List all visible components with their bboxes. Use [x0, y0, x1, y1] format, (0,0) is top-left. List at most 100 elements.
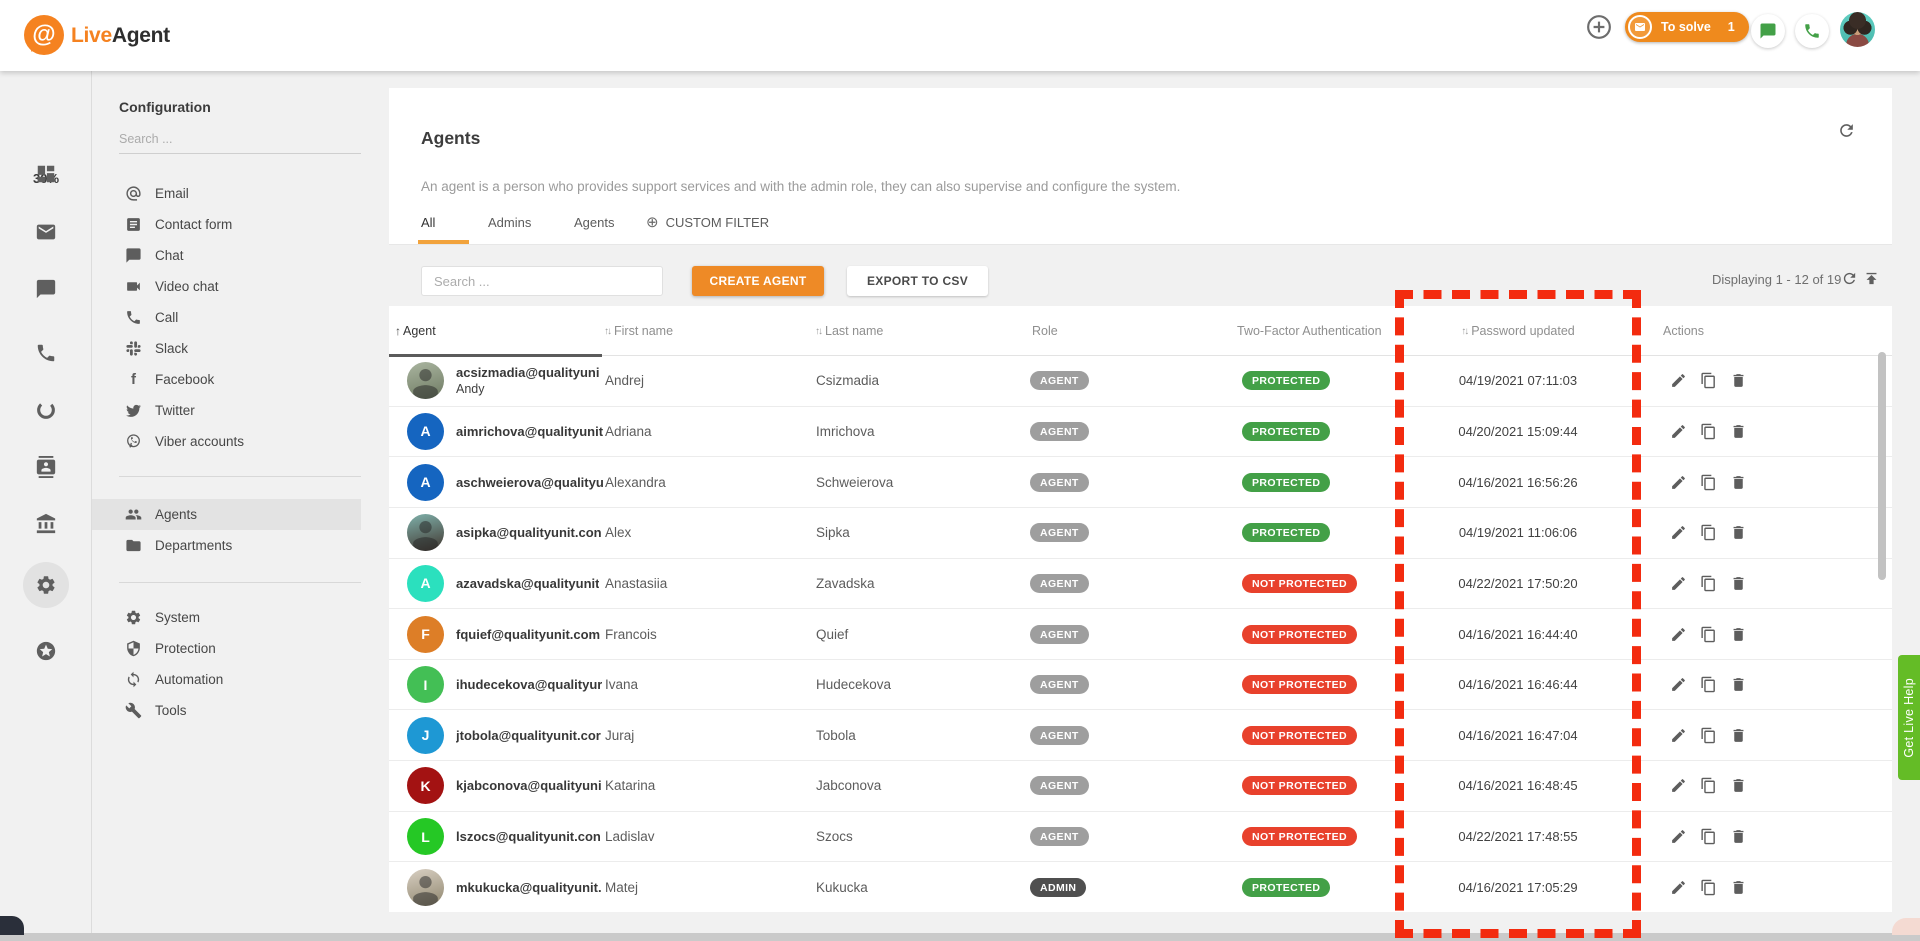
copy-icon[interactable]: [1700, 474, 1717, 491]
table-row[interactable]: A aimrichova@qualityunit Adriana Imricho…: [389, 406, 1892, 457]
copy-icon[interactable]: [1700, 879, 1717, 896]
tab-agents[interactable]: Agents: [574, 200, 614, 244]
starred-icon[interactable]: [35, 640, 57, 662]
agents-search-input[interactable]: [421, 266, 663, 296]
delete-icon[interactable]: [1730, 777, 1747, 794]
sidebar-item-video-chat[interactable]: Video chat: [92, 271, 389, 302]
refresh-list-icon[interactable]: [1841, 270, 1858, 287]
call-button[interactable]: [1795, 14, 1829, 48]
copy-icon[interactable]: [1700, 372, 1717, 389]
copy-icon[interactable]: [1700, 423, 1717, 440]
delete-icon[interactable]: [1730, 575, 1747, 592]
to-solve-button[interactable]: To solve 1: [1625, 12, 1749, 42]
copy-icon[interactable]: [1700, 575, 1717, 592]
sidebar-item-system[interactable]: System: [92, 602, 389, 633]
edit-icon[interactable]: [1670, 575, 1687, 592]
edit-icon[interactable]: [1670, 626, 1687, 643]
delete-icon[interactable]: [1730, 828, 1747, 845]
delete-icon[interactable]: [1730, 626, 1747, 643]
column-header-two-factor-authentication[interactable]: Two-Factor Authentication: [1237, 306, 1395, 356]
sidebar-search-input[interactable]: [119, 124, 361, 154]
delete-icon[interactable]: [1730, 727, 1747, 744]
edit-icon[interactable]: [1670, 474, 1687, 491]
delete-icon[interactable]: [1730, 524, 1747, 541]
copy-icon[interactable]: [1700, 727, 1717, 744]
add-new-button[interactable]: [1586, 14, 1612, 40]
table-row[interactable]: acsizmadia@qualityuni Andy Andrej Csizma…: [389, 356, 1892, 406]
tab-all[interactable]: All: [421, 200, 435, 244]
edit-icon[interactable]: [1670, 879, 1687, 896]
column-header-password-updated[interactable]: ↑↓Password updated: [1395, 306, 1641, 356]
table-row[interactable]: J jtobola@qualityunit.cor Juraj Tobola A…: [389, 709, 1892, 760]
column-header-label: Actions: [1663, 324, 1704, 338]
sidebar-item-viber-accounts[interactable]: Viber accounts: [92, 426, 389, 457]
agent-cell: A aschweierova@qualityu: [389, 464, 604, 501]
password-updated-cell: 04/19/2021 07:11:03: [1395, 373, 1641, 388]
sidebar-item-twitter[interactable]: Twitter: [92, 395, 389, 426]
import-publish-icon[interactable]: [1863, 270, 1880, 287]
tickets-mail-icon[interactable]: [35, 221, 57, 243]
slack-icon: [125, 340, 142, 357]
delete-icon[interactable]: [1730, 372, 1747, 389]
edit-icon[interactable]: [1670, 423, 1687, 440]
social-ring-icon[interactable]: [35, 399, 57, 421]
edit-icon[interactable]: [1670, 828, 1687, 845]
sidebar-item-protection[interactable]: Protection: [92, 633, 389, 664]
sidebar-item-slack[interactable]: Slack: [92, 333, 389, 364]
sidebar-item-automation[interactable]: Automation: [92, 664, 389, 695]
copy-icon[interactable]: [1700, 524, 1717, 541]
calls-icon[interactable]: [35, 342, 57, 364]
delete-icon[interactable]: [1730, 423, 1747, 440]
chat-button[interactable]: [1751, 14, 1785, 48]
sidebar-item-call[interactable]: Call: [92, 302, 389, 333]
sidebar-item-departments[interactable]: Departments: [92, 530, 389, 561]
edit-icon[interactable]: [1670, 777, 1687, 794]
dashboard-icon[interactable]: [35, 163, 57, 185]
bottom-scrollbar-track[interactable]: [0, 933, 1920, 941]
refresh-icon[interactable]: [1837, 121, 1856, 140]
agent-nickname: Andy: [456, 381, 599, 397]
column-header-agent[interactable]: ↑Agent: [389, 306, 604, 356]
tab-admins[interactable]: Admins: [488, 200, 531, 244]
sidebar-item-email[interactable]: Email: [92, 178, 389, 209]
table-row[interactable]: L lszocs@qualityunit.con Ladislav Szocs …: [389, 811, 1892, 862]
get-live-help-tab[interactable]: Get Live Help: [1898, 655, 1920, 780]
sidebar-item-chat[interactable]: Chat: [92, 240, 389, 271]
edit-icon[interactable]: [1670, 676, 1687, 693]
copy-icon[interactable]: [1700, 676, 1717, 693]
edit-icon[interactable]: [1670, 727, 1687, 744]
table-row[interactable]: A azavadska@qualityunit Anastasiia Zavad…: [389, 558, 1892, 609]
delete-icon[interactable]: [1730, 879, 1747, 896]
column-header-role[interactable]: Role: [1027, 306, 1237, 356]
export-csv-button[interactable]: EXPORT TO CSV: [847, 266, 988, 296]
to-solve-label: To solve: [1661, 20, 1711, 34]
user-avatar[interactable]: [1840, 12, 1875, 47]
copy-icon[interactable]: [1700, 777, 1717, 794]
create-agent-button[interactable]: CREATE AGENT: [692, 266, 824, 296]
settings-gear-icon[interactable]: [35, 574, 57, 596]
copy-icon[interactable]: [1700, 626, 1717, 643]
reports-bank-icon[interactable]: [35, 513, 57, 535]
delete-icon[interactable]: [1730, 474, 1747, 491]
copy-icon[interactable]: [1700, 828, 1717, 845]
edit-icon[interactable]: [1670, 372, 1687, 389]
sidebar-item-facebook[interactable]: fFacebook: [92, 364, 389, 395]
sidebar-item-agents[interactable]: Agents: [92, 499, 361, 530]
column-header-first-name[interactable]: ↑↓First name: [604, 306, 815, 356]
column-header-last-name[interactable]: ↑↓Last name: [815, 306, 1027, 356]
column-header-actions[interactable]: Actions: [1641, 306, 1892, 356]
table-row[interactable]: I ihudecekova@qualityur Ivana Hudecekova…: [389, 659, 1892, 710]
delete-icon[interactable]: [1730, 676, 1747, 693]
edit-icon[interactable]: [1670, 524, 1687, 541]
table-row[interactable]: A aschweierova@qualityu Alexandra Schwei…: [389, 456, 1892, 507]
sidebar-item-contact-form[interactable]: Contact form: [92, 209, 389, 240]
sidebar-item-tools[interactable]: Tools: [92, 695, 389, 726]
table-row[interactable]: K kjabconova@qualityuni Katarina Jabcono…: [389, 760, 1892, 811]
table-row[interactable]: F fquief@qualityunit.com Francois Quief …: [389, 608, 1892, 659]
table-row[interactable]: asipka@qualityunit.con Alex Sipka AGENT …: [389, 507, 1892, 558]
table-scrollbar-thumb[interactable]: [1878, 352, 1886, 580]
customers-card-icon[interactable]: [35, 456, 57, 478]
chats-icon[interactable]: [35, 278, 57, 300]
tab-custom-filter[interactable]: ⊕CUSTOM FILTER: [646, 200, 769, 244]
table-row[interactable]: mkukucka@qualityunit. Matej Kukucka ADMI…: [389, 861, 1892, 912]
